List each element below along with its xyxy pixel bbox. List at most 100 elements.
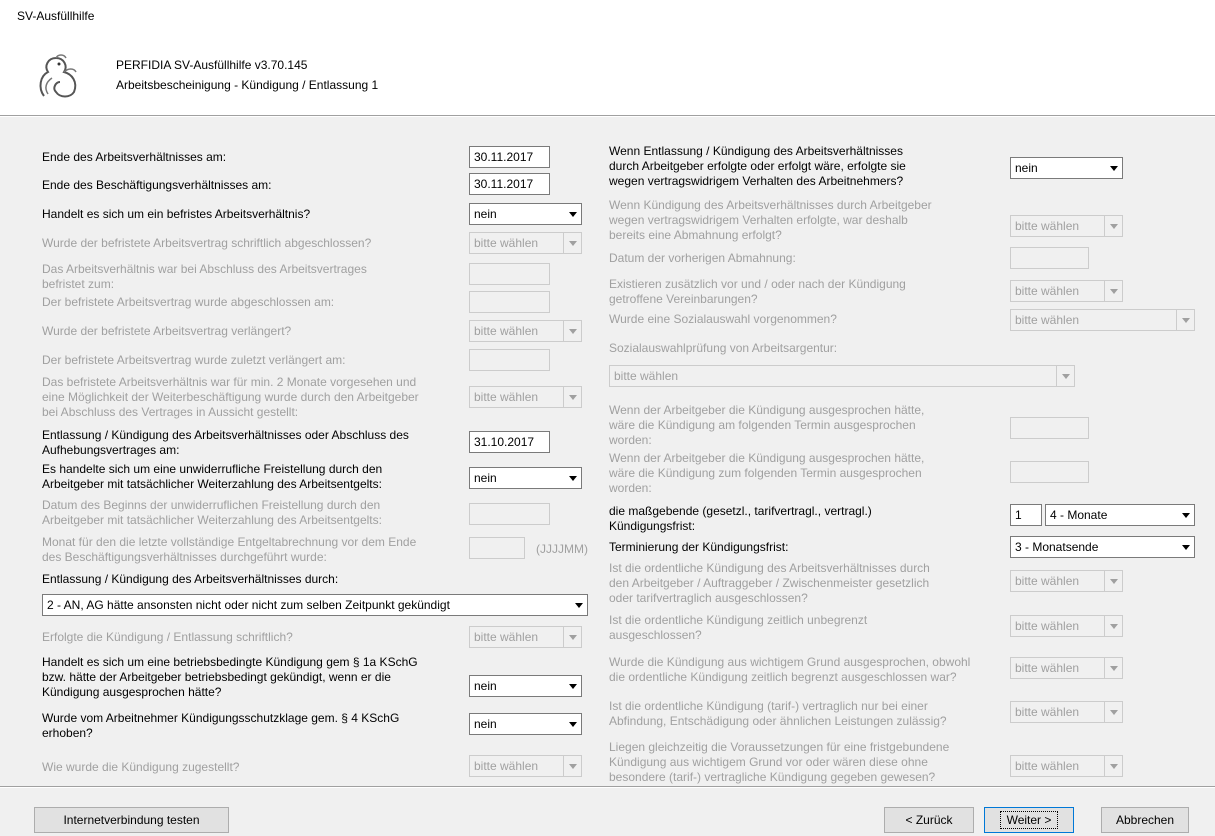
chevron-down-icon[interactable]: [1104, 702, 1122, 722]
vereinbarungen-label-2: getroffene Vereinbarungen?: [609, 292, 758, 306]
chevron-down-icon[interactable]: [563, 627, 581, 647]
vereinbarungen-select[interactable]: bitte wählen: [1010, 280, 1123, 302]
kuendigungsfrist-number-field[interactable]: 1: [1010, 504, 1042, 526]
min-2-monate-select[interactable]: bitte wählen: [469, 386, 582, 408]
sozialpruefung-select[interactable]: bitte wählen: [609, 365, 1075, 387]
terminierung-label: Terminierung der Kündigungsfrist:: [609, 540, 789, 554]
chevron-down-icon[interactable]: [569, 595, 587, 615]
test-connection-button[interactable]: Internetverbindung testen: [34, 807, 229, 833]
klage-label-2: erhoben?: [42, 726, 93, 740]
unbegrenzt-select[interactable]: bitte wählen: [1010, 615, 1123, 637]
chevron-down-icon[interactable]: [563, 204, 581, 224]
chevron-down-icon[interactable]: [1104, 281, 1122, 301]
abfindung-select[interactable]: bitte wählen: [1010, 701, 1123, 723]
vertragswidrig-select[interactable]: nein: [1010, 157, 1123, 179]
freistellung-select[interactable]: nein: [469, 467, 582, 489]
betriebsbedingt-select[interactable]: nein: [469, 675, 582, 697]
fristgebunden-label-2: Kündigung aus wichtigem Grund vor oder w…: [609, 755, 928, 769]
chevron-down-icon[interactable]: [1104, 571, 1122, 591]
chevron-down-icon[interactable]: [1176, 537, 1194, 557]
abmahnung-select[interactable]: bitte wählen: [1010, 215, 1123, 237]
chevron-down-icon[interactable]: [1176, 505, 1194, 525]
chevron-down-icon[interactable]: [1104, 756, 1122, 776]
sozialauswahl-select[interactable]: bitte wählen: [1010, 309, 1195, 331]
befristet-select[interactable]: nein: [469, 203, 582, 225]
window-titlebar: SV-Ausfüllhilfe: [0, 0, 1215, 32]
ende-beschaeftigung-field[interactable]: 30.11.2017: [469, 173, 550, 195]
freistellung-label-2: Arbeitgeber mit tatsächlicher Weiterzahl…: [42, 477, 382, 491]
unbegrenzt-label-2: ausgeschlossen?: [609, 628, 702, 642]
chevron-down-icon[interactable]: [1104, 216, 1122, 236]
chevron-down-icon[interactable]: [563, 387, 581, 407]
ende-beschaeftigung-label: Ende des Beschäftigungsverhältnisses am:: [42, 178, 272, 192]
section-title: Arbeitsbescheinigung - Kündigung / Entla…: [116, 78, 379, 92]
entlassung-durch-select[interactable]: 2 - AN, AG hätte ansonsten nicht oder ni…: [42, 594, 588, 616]
jjjjmm-hint: (JJJJMM): [536, 542, 588, 556]
kuendigungsfrist-unit-value: 4 - Monate: [1050, 508, 1108, 522]
vertragswidrig-label-2: durch Arbeitgeber erfolgte oder erfolgt …: [609, 159, 906, 173]
abmahnung-label-3: bereits eine Abmahnung erfolgt?: [609, 228, 782, 242]
unbegrenzt-label-1: Ist die ordentliche Kündigung zeitlich u…: [609, 613, 868, 627]
ende-arbeitsverhaeltnis-field[interactable]: 30.11.2017: [469, 146, 550, 168]
abgeschlossen-am-label: Der befristete Arbeitsvertrag wurde abge…: [42, 295, 335, 309]
termin-zum-label-2: wäre die Kündigung zum folgenden Termin …: [609, 466, 922, 480]
zugestellt-select[interactable]: bitte wählen: [469, 755, 582, 777]
cancel-button[interactable]: Abbrechen: [1101, 807, 1189, 833]
letzte-entgeltabrechnung-field[interactable]: [469, 537, 525, 559]
verlaengert-select[interactable]: bitte wählen: [469, 320, 582, 342]
freistellung-beginn-label-1: Datum des Beginns der unwiderruflichen F…: [42, 498, 381, 512]
chevron-down-icon[interactable]: [563, 676, 581, 696]
sozialauswahl-label: Wurde eine Sozialauswahl vorgenommen?: [609, 312, 837, 326]
abfindung-label-1: Ist die ordentliche Kündigung (tarif-) v…: [609, 699, 928, 713]
klage-select[interactable]: nein: [469, 713, 582, 735]
zuletzt-verlaengert-field[interactable]: [469, 349, 550, 371]
kuendigungsfrist-unit-select[interactable]: 4 - Monate: [1045, 504, 1195, 526]
termin-am-field[interactable]: [1010, 417, 1089, 439]
wichtiger-grund-select[interactable]: bitte wählen: [1010, 657, 1123, 679]
fristgebunden-select[interactable]: bitte wählen: [1010, 755, 1123, 777]
entlassung-abschluss-field[interactable]: 31.10.2017: [469, 431, 550, 453]
chevron-down-icon[interactable]: [563, 468, 581, 488]
freistellung-label-1: Es handelte sich um eine unwiderrufliche…: [42, 462, 383, 476]
zugestellt-label: Wie wurde die Kündigung zugestellt?: [42, 760, 240, 774]
next-button[interactable]: Weiter >: [984, 807, 1074, 833]
ende-arbeitsverhaeltnis-label: Ende des Arbeitsverhältnisses am:: [42, 150, 227, 164]
form-area: Ende des Arbeitsverhältnisses am: 30.11.…: [0, 117, 1215, 787]
schriftlich-abgeschlossen-label: Wurde der befristete Arbeitsvertrag schr…: [42, 236, 372, 250]
schriftlich-abgeschlossen-select[interactable]: bitte wählen: [469, 232, 582, 254]
abgeschlossen-am-field[interactable]: [469, 291, 550, 313]
chevron-down-icon[interactable]: [563, 756, 581, 776]
chevron-down-icon[interactable]: [563, 321, 581, 341]
befristet-zum-label-2: befristet zum:: [42, 277, 115, 291]
termin-zum-label-1: Wenn der Arbeitgeber die Kündigung ausge…: [609, 451, 925, 465]
chevron-down-icon[interactable]: [1176, 310, 1194, 330]
chevron-down-icon[interactable]: [1104, 158, 1122, 178]
header: PERFIDIA SV-Ausfüllhilfe v3.70.145 Arbei…: [0, 32, 1215, 116]
termin-zum-field[interactable]: [1010, 461, 1089, 483]
fristgebunden-label-3: besondere (tarif-) vertragliche Kündigun…: [609, 770, 936, 784]
ordentlich-ausgeschlossen-select[interactable]: bitte wählen: [1010, 570, 1123, 592]
vereinbarungen-label-1: Existieren zusätzlich vor und / oder nac…: [609, 277, 906, 291]
chevron-down-icon[interactable]: [563, 714, 581, 734]
terminierung-value: 3 - Monatsende: [1015, 540, 1099, 554]
entlassung-abschluss-label-1: Entlassung / Kündigung des Arbeitsverhäl…: [42, 428, 409, 442]
abfindung-label-2: Abfindung, Entschädigung oder ähnlichen …: [609, 714, 947, 728]
back-button[interactable]: < Zurück: [884, 807, 974, 833]
freistellung-beginn-field[interactable]: [469, 503, 550, 525]
vertragswidrig-label-3: wegen vertragswidrigem Verhalten des Arb…: [609, 174, 904, 188]
chevron-down-icon[interactable]: [563, 233, 581, 253]
befristet-label: Handelt es sich um ein befristes Arbeits…: [42, 207, 311, 221]
terminierung-select[interactable]: 3 - Monatsende: [1010, 536, 1195, 558]
zuletzt-verlaengert-label: Der befristete Arbeitsvertrag wurde zule…: [42, 353, 346, 367]
kuendigungsfrist-label-2: Kündigungsfrist:: [609, 519, 696, 533]
entlassung-durch-label: Entlassung / Kündigung des Arbeitsverhäl…: [42, 572, 339, 586]
chevron-down-icon[interactable]: [1104, 658, 1122, 678]
dragon-logo-icon: [39, 54, 77, 98]
chevron-down-icon[interactable]: [1056, 366, 1074, 386]
entlassung-durch-value: 2 - AN, AG hätte ansonsten nicht oder ni…: [47, 598, 450, 612]
abmahnung-datum-field[interactable]: [1010, 247, 1089, 269]
befristet-zum-field[interactable]: [469, 263, 550, 285]
schriftlich-select[interactable]: bitte wählen: [469, 626, 582, 648]
chevron-down-icon[interactable]: [1104, 616, 1122, 636]
next-button-label: Weiter >: [999, 811, 1059, 829]
